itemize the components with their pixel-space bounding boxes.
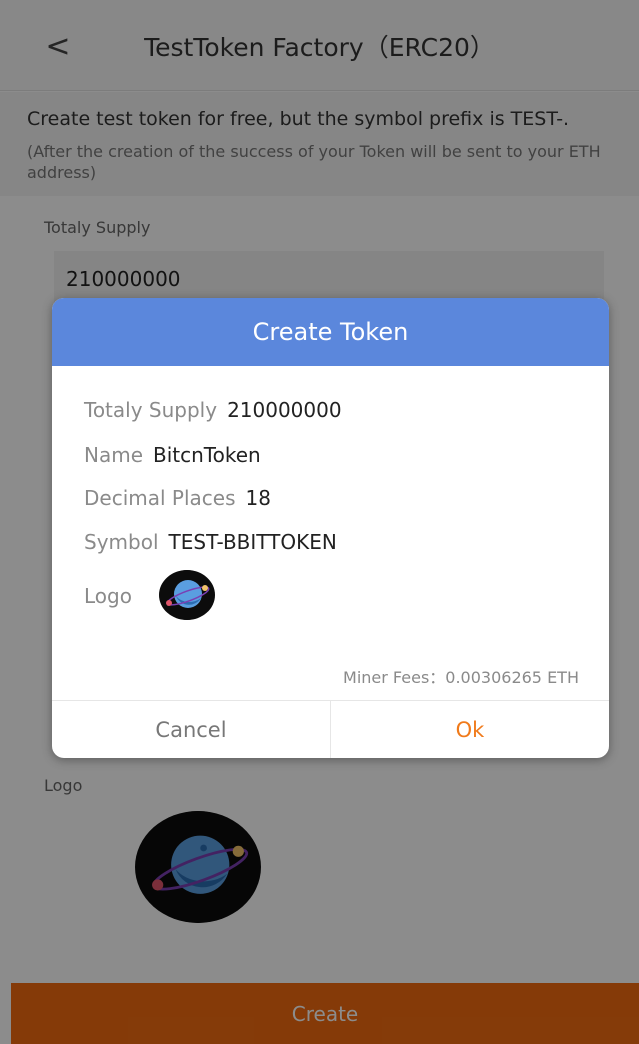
row-value: TEST-BBITTOKEN xyxy=(168,530,337,554)
row-key: Name xyxy=(84,443,144,467)
cancel-button[interactable]: Cancel xyxy=(52,701,330,758)
row-key: Totaly Supply xyxy=(84,398,218,422)
ok-button[interactable]: Ok xyxy=(331,701,609,758)
row-key: Logo xyxy=(84,584,132,608)
dialog-row-decimals: Decimal Places 18 xyxy=(84,486,271,510)
row-value: 210000000 xyxy=(227,398,342,422)
planet-logo-icon xyxy=(159,570,215,620)
dialog-row-logo: Logo xyxy=(84,584,132,608)
dialog-row-symbol: Symbol TEST-BBITTOKEN xyxy=(84,530,337,554)
dialog-row-supply: Totaly Supply 210000000 xyxy=(84,398,342,422)
dialog-title: Create Token xyxy=(52,298,609,366)
create-token-dialog: Create Token Totaly Supply 210000000 Name… xyxy=(52,298,609,758)
row-value: 18 xyxy=(245,486,271,510)
row-key: Decimal Places xyxy=(84,486,236,510)
row-value: BitcnToken xyxy=(153,443,261,467)
dialog-row-name: Name BitcnToken xyxy=(84,443,261,467)
miner-fees: Miner Fees：0.00306265 ETH xyxy=(343,668,579,687)
row-key: Symbol xyxy=(84,530,159,554)
